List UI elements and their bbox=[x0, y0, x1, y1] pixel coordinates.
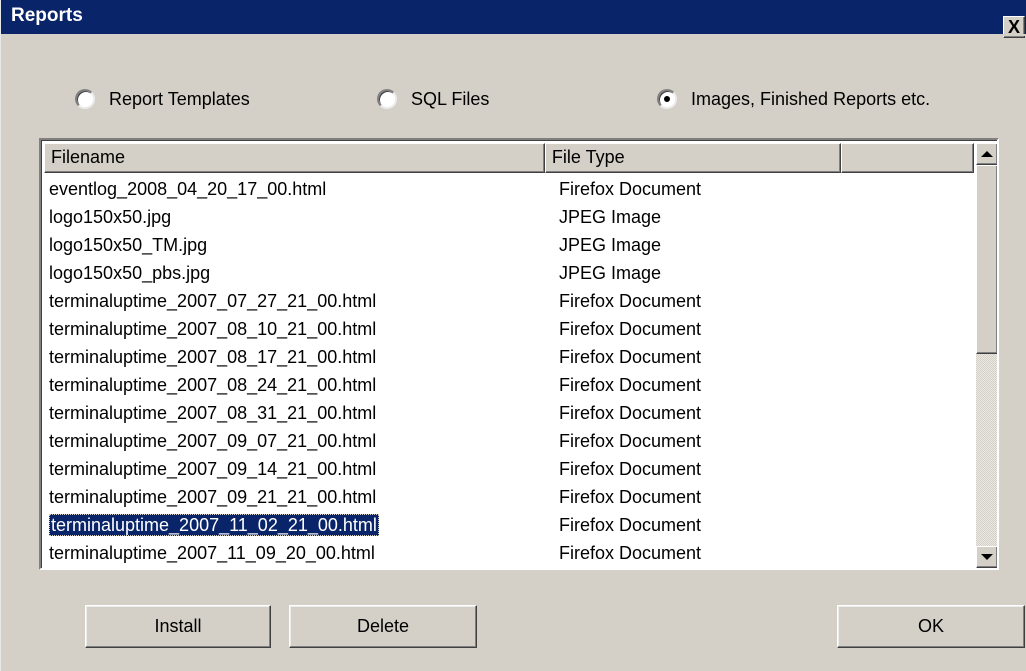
title-bar-divider bbox=[1, 34, 1026, 36]
cell-file-type: Firefox Document bbox=[559, 514, 702, 535]
scrollbar-thumb[interactable] bbox=[976, 165, 997, 354]
table-row[interactable]: terminaluptime_2007_09_21_21_00.html Fire… bbox=[44, 483, 974, 511]
cell-filename: terminaluptime_2007_09_21_21_00.html bbox=[44, 487, 549, 508]
radio-sql-files[interactable]: SQL Files bbox=[377, 87, 489, 111]
filename-text: terminaluptime_2007_08_17_21_00.html bbox=[49, 346, 377, 367]
filename-text: terminaluptime_2007_09_07_21_00.html bbox=[49, 430, 377, 451]
cell-filename: terminaluptime_2007_09_07_21_00.html bbox=[44, 431, 549, 452]
cell-file-type: Firefox Document bbox=[559, 430, 702, 451]
radio-button-selected-icon[interactable] bbox=[657, 89, 677, 109]
filename-text: terminaluptime_2007_09_14_21_00.html bbox=[49, 458, 377, 479]
cell-file-type: Firefox Document bbox=[559, 290, 702, 311]
cell-filename: terminaluptime_2007_08_10_21_00.html bbox=[44, 319, 549, 340]
radio-label: SQL Files bbox=[411, 88, 490, 109]
window-title: Reports bbox=[11, 5, 83, 26]
cell-file-type: Firefox Document bbox=[559, 374, 702, 395]
arrow-down-icon bbox=[981, 554, 993, 560]
table-row[interactable]: terminaluptime_2007_08_24_21_00.html Fire… bbox=[44, 371, 974, 399]
filename-text: terminaluptime_2007_08_10_21_00.html bbox=[49, 318, 377, 339]
radio-button-icon[interactable] bbox=[75, 89, 95, 109]
list-header: Filename File Type bbox=[44, 143, 974, 173]
table-row[interactable]: terminaluptime_2007_11_02_21_00.html Fire… bbox=[44, 511, 974, 539]
filename-text: eventlog_2008_04_20_17_00.html bbox=[49, 178, 327, 199]
table-row[interactable]: logo150x50.jpg JPEG Image bbox=[44, 203, 974, 231]
radio-label: Report Templates bbox=[109, 88, 250, 109]
cell-file-type: Firefox Document bbox=[559, 542, 702, 563]
radio-images-finished-reports[interactable]: Images, Finished Reports etc. bbox=[657, 87, 930, 111]
column-header-file-type[interactable]: File Type bbox=[544, 143, 842, 173]
cell-filename: eventlog_2008_04_20_17_00.html bbox=[44, 179, 549, 200]
reports-dialog: Reports X Report Templates SQL Files Ima… bbox=[0, 0, 1026, 671]
cell-file-type: Firefox Document bbox=[559, 486, 702, 507]
cell-filename: terminaluptime_2007_07_27_21_00.html bbox=[44, 291, 549, 312]
column-header-empty[interactable] bbox=[841, 143, 974, 173]
cell-file-type: Firefox Document bbox=[559, 458, 702, 479]
filename-text: terminaluptime_2007_08_24_21_00.html bbox=[49, 374, 377, 395]
scroll-down-button[interactable] bbox=[976, 546, 997, 568]
filename-text: terminaluptime_2007_07_27_21_00.html bbox=[49, 290, 377, 311]
cell-filename: logo150x50.jpg bbox=[44, 207, 549, 228]
radio-report-templates[interactable]: Report Templates bbox=[75, 87, 250, 111]
column-header-filename[interactable]: Filename bbox=[44, 143, 545, 173]
table-row[interactable]: eventlog_2008_04_20_17_00.html Firefox Do… bbox=[44, 175, 974, 203]
filename-text: logo150x50_TM.jpg bbox=[49, 234, 208, 255]
scroll-up-button[interactable] bbox=[976, 143, 997, 165]
cell-filename: terminaluptime_2007_08_17_21_00.html bbox=[44, 347, 549, 368]
cell-file-type: Firefox Document bbox=[559, 346, 702, 367]
delete-button[interactable]: Delete bbox=[289, 605, 477, 648]
filename-text: terminaluptime_2007_11_09_20_00.html bbox=[49, 542, 375, 563]
cell-file-type: Firefox Document bbox=[559, 178, 702, 199]
table-row[interactable]: terminaluptime_2007_09_07_21_00.html Fire… bbox=[44, 427, 974, 455]
filename-text: logo150x50.jpg bbox=[49, 206, 172, 227]
ok-button[interactable]: OK bbox=[837, 605, 1025, 648]
cell-file-type: Firefox Document bbox=[559, 402, 702, 423]
cell-filename: terminaluptime_2007_11_02_21_00.html bbox=[44, 513, 549, 536]
filename-text: logo150x50_pbs.jpg bbox=[49, 262, 211, 283]
cell-filename: logo150x50_TM.jpg bbox=[44, 235, 549, 256]
cell-filename: terminaluptime_2007_08_31_21_00.html bbox=[44, 403, 549, 424]
radio-label: Images, Finished Reports etc. bbox=[691, 88, 931, 109]
table-row[interactable]: terminaluptime_2007_09_14_21_00.html Fire… bbox=[44, 455, 974, 483]
file-list[interactable]: Filename File Type eventlog_2008_04_20_1… bbox=[39, 138, 999, 570]
table-row[interactable]: terminaluptime_2007_07_27_21_00.html Fire… bbox=[44, 287, 974, 315]
vertical-scrollbar[interactable] bbox=[976, 143, 997, 568]
table-row[interactable]: logo150x50_pbs.jpg JPEG Image bbox=[44, 259, 974, 287]
cell-file-type: JPEG Image bbox=[559, 206, 662, 227]
table-row[interactable]: logo150x50_TM.jpg JPEG Image bbox=[44, 231, 974, 259]
cell-filename: terminaluptime_2007_09_14_21_00.html bbox=[44, 459, 549, 480]
filename-text: terminaluptime_2007_09_21_21_00.html bbox=[49, 486, 377, 507]
title-bar[interactable]: Reports X bbox=[1, 0, 1026, 38]
filename-text: terminaluptime_2007_08_31_21_00.html bbox=[49, 402, 377, 423]
cell-file-type: JPEG Image bbox=[559, 262, 662, 283]
table-row[interactable]: terminaluptime_2007_08_31_21_00.html Fire… bbox=[44, 399, 974, 427]
table-row[interactable]: terminaluptime_2007_08_17_21_00.html Fire… bbox=[44, 343, 974, 371]
cell-file-type: JPEG Image bbox=[559, 234, 662, 255]
cell-filename: logo150x50_pbs.jpg bbox=[44, 263, 549, 284]
list-rows: eventlog_2008_04_20_17_00.html Firefox Do… bbox=[44, 175, 974, 567]
cell-file-type: Firefox Document bbox=[559, 318, 702, 339]
install-button[interactable]: Install bbox=[85, 605, 271, 648]
table-row[interactable]: terminaluptime_2007_08_10_21_00.html Fire… bbox=[44, 315, 974, 343]
filename-text: terminaluptime_2007_11_02_21_00.html bbox=[49, 513, 379, 536]
table-row[interactable]: terminaluptime_2007_11_09_20_00.html Fire… bbox=[44, 539, 974, 567]
cell-filename: terminaluptime_2007_08_24_21_00.html bbox=[44, 375, 549, 396]
arrow-up-icon bbox=[981, 151, 993, 157]
radio-button-icon[interactable] bbox=[377, 89, 397, 109]
cell-filename: terminaluptime_2007_11_09_20_00.html bbox=[44, 543, 549, 564]
